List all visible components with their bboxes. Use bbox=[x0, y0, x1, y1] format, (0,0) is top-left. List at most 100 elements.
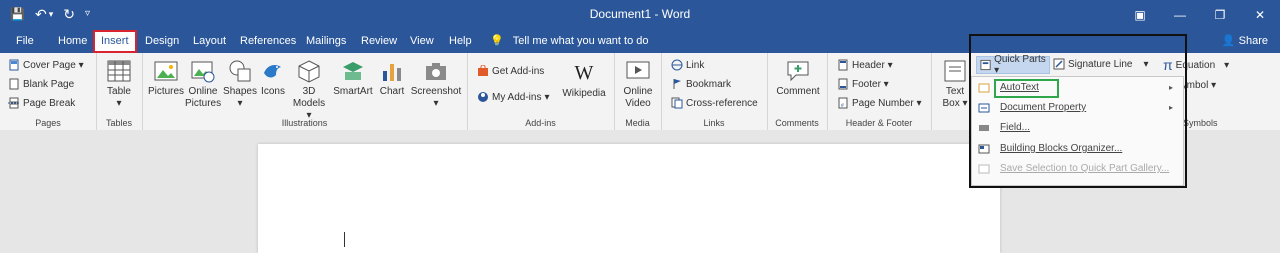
group-illustrations: Pictures Online Pictures Shapes ▾ Icons … bbox=[142, 53, 468, 130]
icons-button[interactable]: Icons bbox=[257, 59, 289, 98]
shapes-label: Shapes bbox=[223, 86, 257, 97]
cover-page-label: Cover Page ▾ bbox=[23, 59, 84, 71]
smartart-button[interactable]: SmartArt bbox=[331, 59, 375, 98]
text-box-label-2: Box ▾ bbox=[942, 98, 968, 109]
lightbulb-icon: 💡 bbox=[490, 35, 504, 47]
link-button[interactable]: Link bbox=[671, 59, 704, 71]
blank-page-button[interactable]: Blank Page bbox=[8, 78, 74, 90]
wikipedia-button[interactable]: W Wikipedia bbox=[559, 61, 609, 100]
screenshot-camera-icon bbox=[426, 63, 446, 80]
store-bag-icon bbox=[478, 65, 488, 76]
cross-reference-icon bbox=[671, 97, 683, 109]
page-number-button[interactable]: # Page Number ▾ bbox=[837, 97, 922, 109]
link-label: Link bbox=[686, 59, 705, 71]
my-addins-label: My Add-ins bbox=[492, 91, 542, 103]
tab-mailings[interactable]: Mailings bbox=[306, 30, 346, 53]
footer-button[interactable]: Footer ▾ bbox=[837, 78, 889, 90]
chart-button[interactable]: Chart bbox=[377, 59, 407, 98]
page-number-label: Page Number ▾ bbox=[852, 97, 922, 109]
text-box-label-1: Text bbox=[945, 86, 965, 97]
maximize-icon[interactable]: ❐ bbox=[1200, 0, 1240, 30]
3d-models-button[interactable]: 3D Models ▾ bbox=[289, 59, 329, 122]
3d-cube-icon bbox=[298, 60, 320, 83]
share-button[interactable]: 👤 Share bbox=[1222, 34, 1268, 47]
cross-reference-button[interactable]: Cross-reference bbox=[671, 97, 758, 109]
my-addins-icon bbox=[478, 92, 488, 102]
tab-home[interactable]: Home bbox=[58, 30, 87, 53]
online-pictures-icon bbox=[191, 61, 215, 83]
table-button[interactable]: Table ▾ bbox=[102, 59, 136, 110]
pictures-button[interactable]: Pictures bbox=[147, 59, 185, 98]
group-label-header-footer: Header & Footer bbox=[845, 118, 913, 128]
ribbon-display-icon[interactable]: ▣ bbox=[1120, 0, 1160, 30]
title-bar: 💾 ↶ ▾ ↻ ▿ Document1 - Word ▣ — ❐ ✕ bbox=[0, 0, 1280, 30]
cross-reference-label: Cross-reference bbox=[686, 97, 758, 109]
tab-references[interactable]: References bbox=[240, 30, 296, 53]
icons-label: Icons bbox=[261, 86, 285, 97]
page-break-button[interactable]: Page Break bbox=[8, 97, 75, 109]
screenshot-label: Screenshot bbox=[410, 86, 462, 97]
group-comments: Comment Comments bbox=[767, 53, 828, 130]
bookmark-button[interactable]: Bookmark bbox=[671, 78, 731, 90]
get-addins-label: Get Add-ins bbox=[492, 65, 545, 77]
tab-help[interactable]: Help bbox=[449, 30, 472, 53]
screenshot-button[interactable]: Screenshot ▾ bbox=[409, 59, 463, 110]
group-label-tables: Tables bbox=[105, 118, 132, 128]
pictures-icon bbox=[154, 61, 178, 81]
group-pages: Cover Page ▾ Blank Page Page Break Pages bbox=[0, 53, 97, 130]
footer-icon bbox=[838, 78, 848, 90]
online-video-button[interactable]: Online Video bbox=[620, 59, 656, 110]
document-page[interactable] bbox=[258, 144, 1000, 253]
tab-file[interactable]: File bbox=[16, 30, 34, 53]
header-label: Header ▾ bbox=[852, 59, 893, 71]
tab-review[interactable]: Review bbox=[361, 30, 397, 53]
group-label-comments: Comments bbox=[775, 118, 819, 128]
chart-label: Chart bbox=[379, 86, 405, 97]
comment-button[interactable]: Comment bbox=[773, 59, 823, 98]
page-break-icon bbox=[8, 97, 20, 109]
group-label-illustrations: Illustrations bbox=[281, 118, 328, 128]
quick-parts-highlight-box bbox=[969, 34, 1187, 188]
my-addins-dropdown-icon: ▾ bbox=[544, 91, 550, 103]
online-video-label-1: Online bbox=[623, 86, 653, 97]
shapes-button[interactable]: Shapes ▾ bbox=[222, 59, 258, 110]
minimize-icon[interactable]: — bbox=[1160, 0, 1200, 30]
online-pictures-label-1: Online bbox=[188, 86, 218, 97]
group-label-pages: Pages bbox=[35, 118, 61, 128]
get-addins-button[interactable]: Get Add-ins bbox=[477, 65, 544, 77]
cover-page-button[interactable]: Cover Page ▾ bbox=[8, 59, 84, 71]
shapes-icon bbox=[229, 60, 251, 82]
blank-page-label: Blank Page bbox=[23, 78, 75, 90]
online-pictures-button[interactable]: Online Pictures bbox=[185, 59, 221, 110]
chart-icon bbox=[383, 64, 401, 81]
close-icon[interactable]: ✕ bbox=[1240, 0, 1280, 30]
tab-layout[interactable]: Layout bbox=[193, 30, 226, 53]
group-media: Online Video Media bbox=[614, 53, 662, 130]
tell-me-search[interactable]: 💡 Tell me what you want to do bbox=[490, 30, 649, 53]
table-icon bbox=[107, 60, 131, 82]
online-video-label-2: Video bbox=[625, 98, 651, 109]
tab-view[interactable]: View bbox=[410, 30, 434, 53]
online-pictures-label-2: Pictures bbox=[185, 98, 222, 109]
tab-insert[interactable]: Insert bbox=[93, 30, 137, 53]
header-button[interactable]: Header ▾ bbox=[837, 59, 893, 71]
text-box-button[interactable]: Text Box ▾ bbox=[939, 59, 971, 110]
cover-page-icon bbox=[9, 59, 19, 71]
bookmark-flag-icon bbox=[673, 79, 681, 89]
group-header-footer: Header ▾ Footer ▾ # Page Number ▾ Header… bbox=[827, 53, 932, 130]
group-label-media: Media bbox=[625, 118, 650, 128]
tab-design[interactable]: Design bbox=[145, 30, 179, 53]
3d-models-label-1: 3D bbox=[302, 86, 316, 97]
smartart-label: SmartArt bbox=[333, 86, 373, 97]
wikipedia-label: Wikipedia bbox=[562, 88, 606, 99]
link-chain-icon bbox=[671, 59, 683, 71]
equation-dropdown-icon: ▾ bbox=[1224, 59, 1230, 71]
window-controls: ▣ — ❐ ✕ bbox=[1120, 0, 1280, 30]
my-addins-button[interactable]: My Add-ins ▾ bbox=[477, 91, 550, 103]
svg-text:#: # bbox=[841, 103, 844, 109]
pictures-label: Pictures bbox=[147, 86, 185, 97]
group-label-addins: Add-ins bbox=[525, 118, 556, 128]
screenshot-dropdown-icon: ▾ bbox=[433, 98, 439, 109]
text-box-icon bbox=[944, 60, 966, 82]
tell-me-text: Tell me what you want to do bbox=[512, 35, 649, 47]
